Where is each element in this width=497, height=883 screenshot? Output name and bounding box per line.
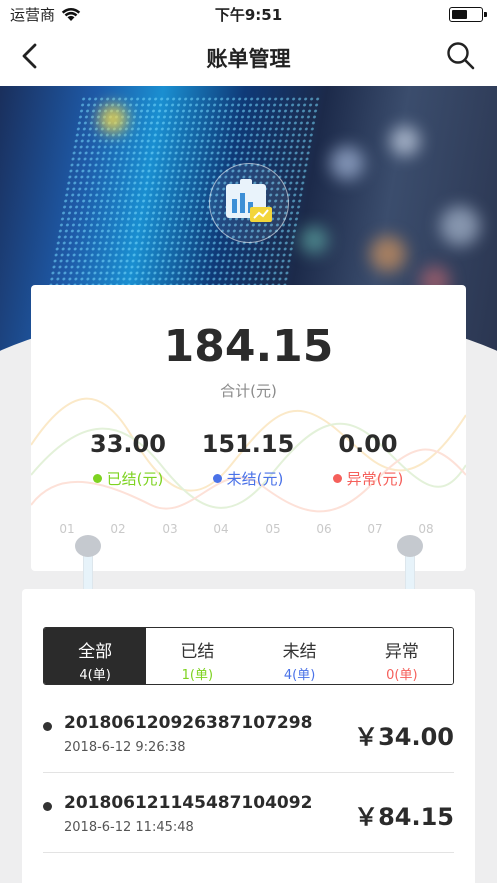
month-label: 07 [367,522,383,536]
order-row[interactable]: 201806121145487104092 2018-6-12 11:45:48… [43,773,454,853]
order-id: 201806121145487104092 [64,793,313,813]
stat-abnormal: 0.00 异常(元) [298,430,438,489]
banner-light [100,106,126,132]
tab-title: 全部 [78,642,113,662]
month-label: 02 [110,522,126,536]
connector-knob [397,535,423,557]
status-bar: 运营商 下午9:51 [0,0,497,28]
month-label: 08 [418,522,434,536]
search-icon[interactable] [445,40,477,72]
order-date: 2018-6-12 11:45:48 [64,820,194,835]
month-label: 06 [316,522,332,536]
battery-icon [449,7,487,22]
tab-abnormal[interactable]: 异常 0(单) [350,628,453,684]
page-title: 账单管理 [206,47,291,71]
order-id: 201806120926387107298 [64,713,313,733]
tab-count: 1(单) [181,668,214,683]
order-row[interactable]: 201806120926387107298 2018-6-12 9:26:38 … [43,693,454,773]
stat-value: 0.00 [338,430,398,458]
connector-knob [75,535,101,557]
total-amount: 184.15 [163,321,334,372]
bill-chart-icon [209,163,289,243]
nav-bar: 账单管理 [0,28,497,86]
banner-light [330,146,364,180]
tab-title: 异常 [384,642,419,662]
order-list-card: 全部 4(单) 已结 1(单) 未结 4(单) 异常 0(单) 20180612… [22,589,475,883]
bullet-dot [43,722,52,731]
stat-label: 未结(元) [178,468,318,489]
stat-settled: 33.00 已结(元) [58,430,198,489]
tab-count: 4(单) [79,668,111,683]
bullet-dot [43,802,52,811]
banner-light [300,226,328,254]
banner-light [440,206,480,246]
stat-label-text: 已结(元) [106,470,164,488]
order-amount: ￥84.15 [354,803,454,831]
stat-label: 异常(元) [298,468,438,489]
tab-settled[interactable]: 已结 1(单) [146,628,249,684]
order-amount: ￥34.00 [354,723,454,751]
battery-fill [452,10,467,19]
month-label: 05 [265,522,281,536]
month-label: 04 [213,522,229,536]
tab-all[interactable]: 全部 4(单) [44,628,147,684]
order-date: 2018-6-12 9:26:38 [64,740,186,755]
banner-light [370,236,406,272]
tab-unsettled[interactable]: 未结 4(单) [248,628,351,684]
stat-label-text: 未结(元) [226,470,284,488]
summary-card: 184.15 合计(元) 33.00 已结(元) 151.15 未结(元) 0.… [31,285,466,571]
tab-count: 0(单) [386,668,418,683]
total-label: 合计(元) [220,382,277,400]
stat-label-text: 异常(元) [346,470,404,488]
month-label: 03 [162,522,178,536]
stat-label: 已结(元) [58,468,198,489]
status-dot [212,474,222,483]
status-time: 下午9:51 [214,6,283,24]
month-label: 01 [59,522,75,536]
stat-value: 33.00 [90,430,166,458]
stat-unsettled: 151.15 未结(元) [178,430,318,489]
tab-count: 4(单) [283,668,316,683]
status-dot [92,474,102,483]
tab-title: 已结 [180,642,215,662]
tab-title: 未结 [282,642,317,662]
banner-light [390,126,420,156]
stat-value: 151.15 [201,430,295,458]
status-dot [332,474,342,483]
filter-tabs: 全部 4(单) 已结 1(单) 未结 4(单) 异常 0(单) [43,627,454,685]
chart-board-icon [226,179,272,222]
